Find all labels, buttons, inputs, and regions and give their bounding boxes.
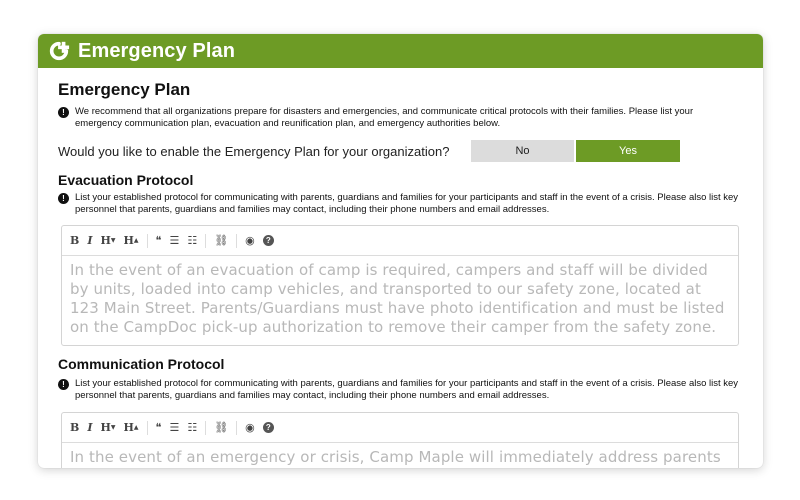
heading-bigger-button[interactable]: H ▲ [124, 234, 139, 247]
unordered-list-button[interactable]: ☰ [169, 234, 179, 247]
bold-button[interactable]: B [70, 234, 79, 247]
communication-title: Communication Protocol [58, 356, 225, 372]
toggle-yes-button[interactable]: Yes [576, 140, 680, 162]
help-icon[interactable]: ? [262, 422, 274, 433]
help-icon[interactable]: ? [262, 235, 274, 246]
enable-question-row: Would you like to enable the Emergency P… [58, 140, 741, 162]
preview-icon[interactable]: ◉ [245, 234, 255, 247]
unordered-list-button[interactable]: ☰ [169, 421, 179, 434]
evacuation-editor: B I H ▼ H ▲ ❝ ☰ ☷ ⛓ ◉ ? In the event of an… [61, 225, 739, 346]
toolbar-divider [205, 233, 207, 248]
card-header: Emergency Plan [38, 34, 763, 68]
heading-smaller-button[interactable]: H ▼ [100, 234, 115, 247]
toolbar-divider [236, 233, 238, 248]
communication-textarea[interactable]: In the event of an emergency or crisis, … [62, 443, 738, 468]
bold-button[interactable]: B [70, 421, 79, 434]
communication-note-text: List your established protocol for commu… [75, 378, 739, 401]
evacuation-textarea[interactable]: In the event of an evacuation of camp is… [62, 256, 738, 345]
toolbar-divider [146, 420, 148, 435]
communication-toolbar: B I H ▼ H ▲ ❝ ☰ ☷ ⛓ ◉ ? [62, 413, 738, 443]
heading-smaller-button[interactable]: H ▼ [100, 421, 115, 434]
intro-note: ! We recommend that all organizations pr… [58, 106, 741, 130]
quote-button[interactable]: ❝ [156, 234, 162, 247]
toggle-no-button[interactable]: No [471, 140, 574, 162]
toolbar-divider [236, 420, 238, 435]
intro-text: We recommend that all organizations prep… [75, 106, 694, 129]
evacuation-note: ! List your established protocol for com… [58, 192, 741, 216]
enable-question: Would you like to enable the Emergency P… [58, 143, 450, 159]
ordered-list-button[interactable]: ☷ [187, 421, 197, 434]
preview-icon[interactable]: ◉ [245, 421, 255, 434]
communication-note: ! List your established protocol for com… [58, 378, 741, 402]
ordered-list-button[interactable]: ☷ [187, 234, 197, 247]
toolbar-divider [146, 233, 148, 248]
italic-button[interactable]: I [87, 421, 92, 434]
page-title: Emergency Plan [58, 80, 191, 99]
plus-circle-icon [49, 41, 70, 61]
evacuation-note-text: List your established protocol for commu… [75, 192, 739, 215]
communication-editor: B I H ▼ H ▲ ❝ ☰ ☷ ⛓ ◉ ? In the event of an… [61, 412, 739, 468]
toolbar-divider [205, 420, 207, 435]
evacuation-toolbar: B I H ▼ H ▲ ❝ ☰ ☷ ⛓ ◉ ? [62, 226, 738, 256]
link-icon[interactable]: ⛓ [214, 421, 228, 434]
emergency-plan-card: Emergency Plan Emergency Plan ! We recom… [38, 34, 763, 468]
info-icon: ! [58, 379, 69, 390]
enable-toggle: No Yes [471, 140, 680, 162]
card-content: Emergency Plan ! We recommend that all o… [38, 80, 763, 468]
evacuation-title: Evacuation Protocol [58, 172, 194, 188]
heading-bigger-button[interactable]: H ▲ [124, 421, 139, 434]
card-header-title: Emergency Plan [78, 39, 236, 62]
italic-button[interactable]: I [87, 234, 92, 247]
quote-button[interactable]: ❝ [156, 421, 162, 434]
info-icon: ! [58, 107, 69, 118]
link-icon[interactable]: ⛓ [214, 234, 228, 247]
info-icon: ! [58, 193, 69, 204]
